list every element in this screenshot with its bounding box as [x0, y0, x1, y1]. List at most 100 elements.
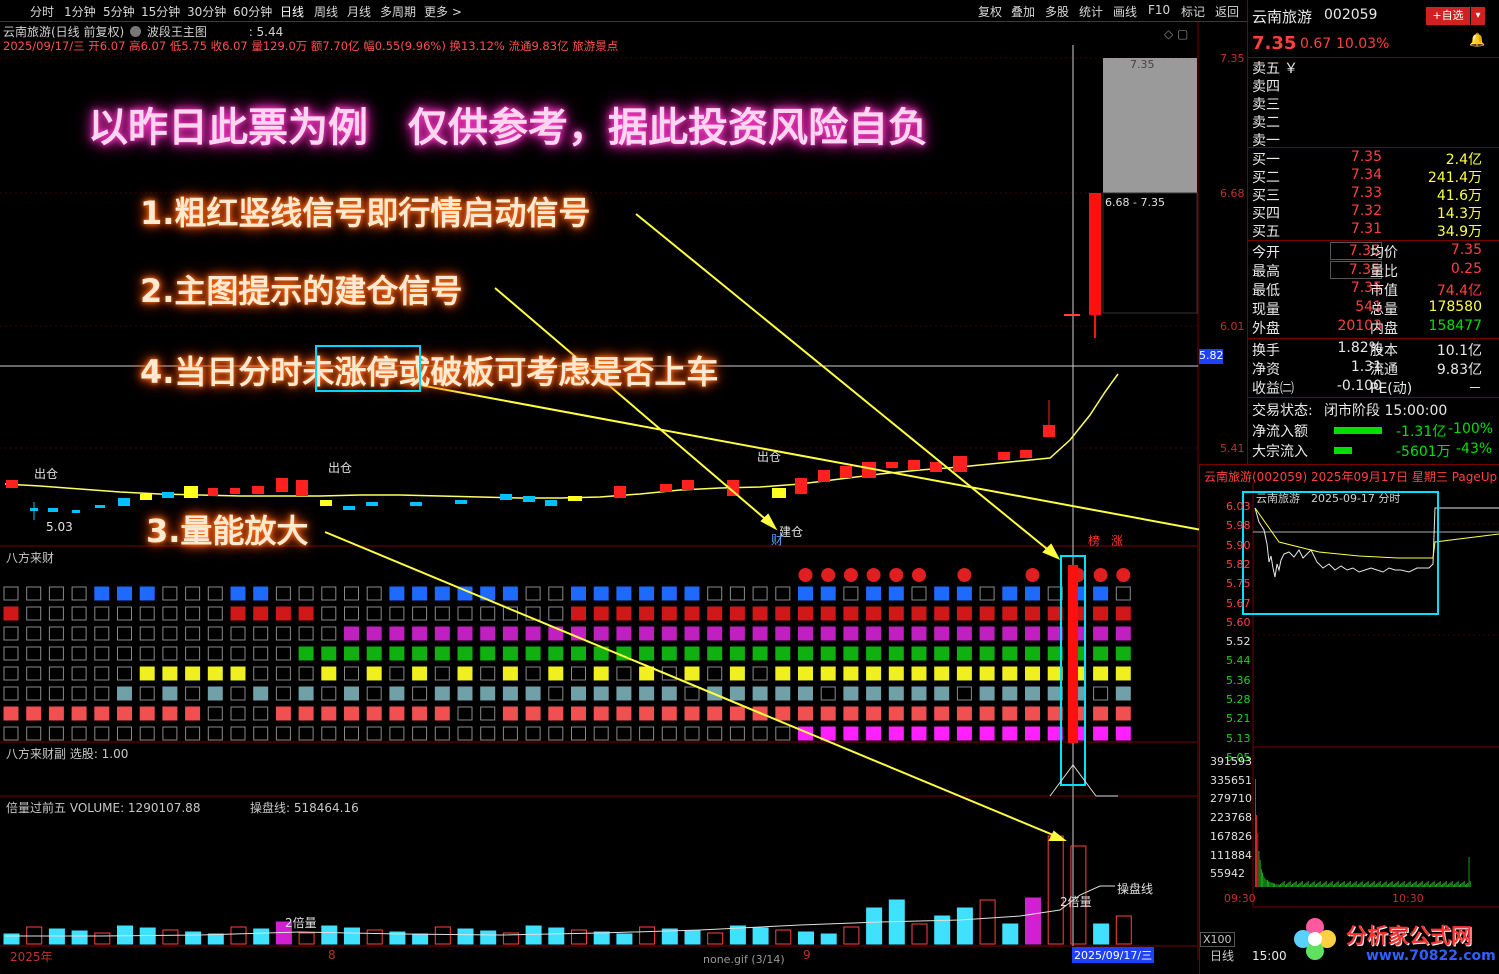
watermark-logo-icon [1290, 914, 1340, 964]
bafang-cell [1025, 586, 1040, 601]
bafang-cell [502, 646, 518, 661]
bafang-cell [1002, 606, 1018, 621]
bafang-cell [707, 666, 723, 681]
bafang-cell [729, 666, 745, 681]
bafang-cell [639, 626, 655, 641]
bafang-cell [298, 686, 314, 701]
buy-level-volume: 241.4万 [1427, 170, 1482, 186]
watchlist-dropdown-icon[interactable]: ▾ [1471, 7, 1485, 25]
intraday-volume-bar [1442, 884, 1443, 887]
volume-bar [207, 933, 224, 945]
intraday-volume-bar [1324, 882, 1326, 887]
volume-panel-title: 倍量过前五 VOLUME: 1290107.88 [6, 801, 201, 815]
bafang-cell [71, 606, 87, 621]
launch-signal-bar [1068, 565, 1078, 743]
bafang-cell [321, 726, 337, 741]
bafang-cell [820, 586, 836, 601]
intraday-volume-bar [1259, 860, 1261, 887]
bafang-cell [71, 686, 87, 701]
bafang-cell [389, 726, 405, 741]
bafang-cell [434, 706, 450, 721]
volume-bar [956, 907, 973, 945]
bafang-cell [344, 606, 359, 621]
intraday-volume-bar [1370, 884, 1371, 887]
stat-label: 现量 [1252, 302, 1280, 318]
buy-level-price: 7.32 [1350, 203, 1382, 219]
volume-bar [480, 930, 497, 945]
bafang-cell [207, 626, 223, 641]
signal-bubble [957, 568, 972, 582]
bafang-cell [71, 666, 87, 681]
bafang-cell [94, 726, 110, 741]
add-watchlist-button[interactable]: +自选 [1426, 7, 1470, 25]
bafang-cell [888, 646, 904, 661]
intraday-volume-bar [1425, 883, 1427, 887]
intraday-volume-bar [1407, 883, 1409, 887]
intraday-volume-bar [1403, 881, 1405, 887]
intraday-volume-bar [1459, 885, 1460, 887]
bafang-cell [71, 646, 87, 661]
bafang-cell [729, 726, 745, 741]
intraday-volume-bar [1436, 884, 1437, 887]
bafang-cell [117, 666, 132, 681]
note-4: 4.当日分时未涨停或破板可考虑是否上车 [140, 353, 719, 391]
period-label[interactable]: 日线 [1210, 947, 1234, 964]
intraday-volume-bar [1466, 884, 1467, 887]
intraday-volume-bar [1395, 883, 1397, 887]
intraday-volume-bar [1382, 884, 1383, 887]
intraday-volume-bar [1305, 883, 1307, 887]
price-tick: 7.35 [1220, 52, 1245, 65]
stat-label: PE(动) [1370, 381, 1413, 397]
bafang-cell [412, 646, 428, 661]
intraday-volume-bar [1288, 882, 1290, 887]
intraday-volume-bar [1388, 884, 1389, 887]
intraday-volume-bar [1294, 882, 1296, 887]
bell-icon[interactable]: 🔔 [1469, 33, 1485, 48]
intraday-time-end: 10:30 [1392, 892, 1424, 905]
bafang-cell [525, 646, 541, 661]
bafang-cell [639, 706, 655, 721]
intraday-volume-bar [1429, 885, 1430, 887]
bafang-cell [639, 726, 655, 741]
bafang-cell [275, 686, 291, 701]
intraday-volume-bar [1283, 881, 1285, 887]
bafang-cell [207, 726, 223, 741]
volume-bar [185, 931, 202, 945]
bafang-cell [1115, 606, 1131, 621]
intraday-volume-tick: 391593 [1210, 755, 1252, 768]
intraday-volume-tick: 335651 [1210, 773, 1252, 787]
bafang-cell [185, 666, 201, 681]
bafang-cell [344, 726, 359, 741]
bafang-cell [843, 666, 859, 681]
intraday-volume-bar [1469, 881, 1471, 887]
intraday-volume-tick: 55942 [1210, 867, 1245, 881]
bafang-cell [911, 646, 927, 661]
intraday-volume-bar [1352, 884, 1353, 887]
volume-bar [593, 931, 610, 945]
signal-bubble [798, 568, 813, 582]
bafang-cell [94, 666, 110, 681]
bafang-cell [275, 666, 291, 681]
intraday-volume-bar [1384, 882, 1386, 887]
bafang-cell [684, 686, 700, 701]
stat-label: 今开 [1252, 245, 1280, 261]
bafang-cell [275, 726, 291, 741]
quote-change: 0.67 [1300, 36, 1332, 52]
intraday-volume-bar [1430, 884, 1431, 887]
bafang-cell [162, 726, 178, 741]
stat-label: 外盘 [1252, 321, 1280, 337]
bafang-cell [253, 606, 269, 621]
intraday-volume-bar [1375, 885, 1376, 887]
intraday-volume-bar [1426, 882, 1428, 887]
intraday-volume-bar [1413, 883, 1415, 887]
bafang-cell [434, 606, 450, 621]
zoom-label[interactable]: X100 [1200, 932, 1235, 947]
bafang-cell [979, 666, 995, 681]
bafang-cell [389, 666, 405, 681]
volume-bar [820, 933, 837, 945]
bafang-cell [48, 706, 64, 721]
intraday-volume-bar [1401, 883, 1403, 887]
bafang-cell [843, 606, 859, 621]
volume-bar [457, 928, 474, 945]
volume-bar [979, 899, 996, 945]
